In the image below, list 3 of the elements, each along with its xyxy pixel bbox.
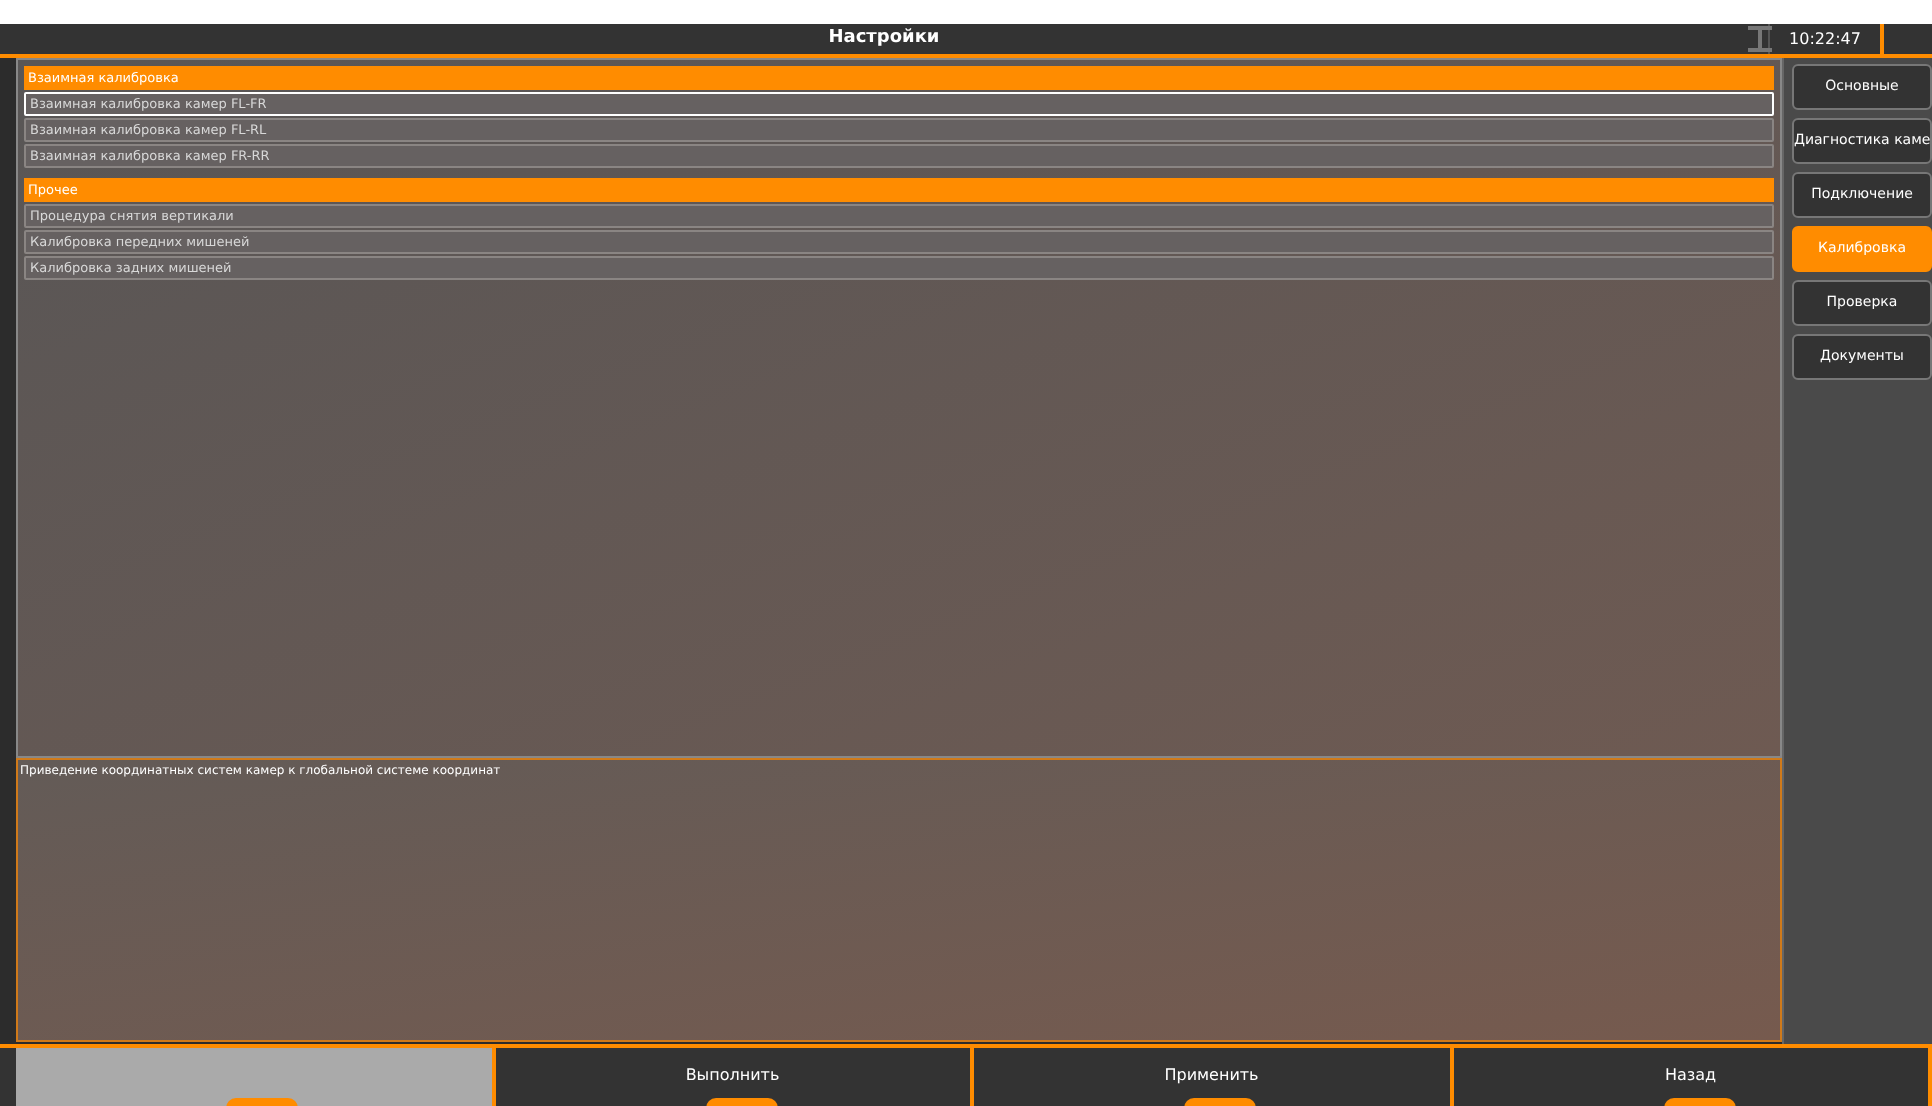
window-title: Настройки bbox=[828, 25, 940, 52]
clock: 10:22:47 bbox=[1789, 27, 1861, 51]
lift-icon bbox=[1746, 24, 1774, 54]
